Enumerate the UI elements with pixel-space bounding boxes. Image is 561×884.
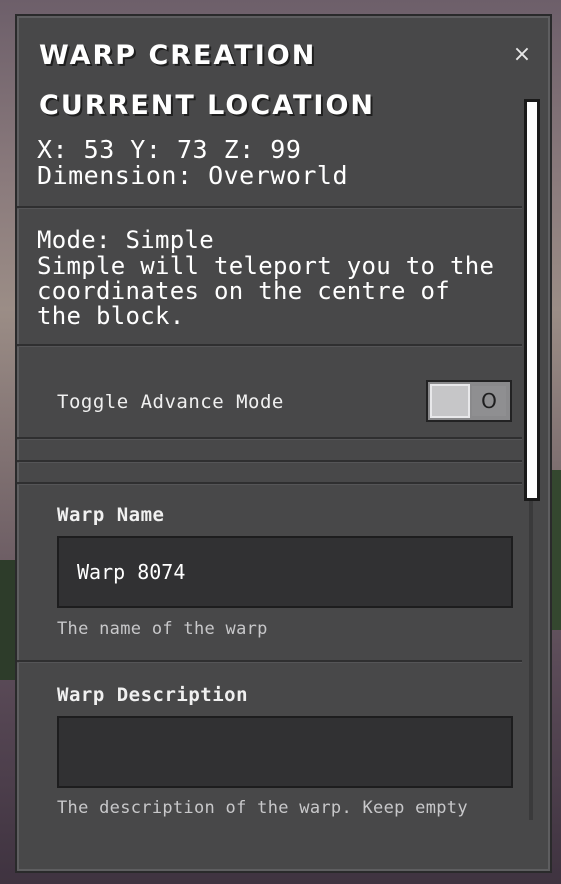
divider <box>17 437 522 440</box>
advance-mode-toggle[interactable]: O <box>426 380 512 422</box>
close-button[interactable]: × <box>510 42 534 68</box>
warp-name-label: Warp Name <box>57 504 165 526</box>
divider <box>17 482 522 485</box>
divider <box>17 660 522 663</box>
toggle-knob <box>430 384 470 418</box>
coordinates-text: X: 53 Y: 73 Z: 99 <box>37 135 302 164</box>
warp-name-help: The name of the warp <box>57 619 268 639</box>
divider <box>17 460 522 463</box>
section-heading-current-location: Current Location <box>39 90 376 121</box>
divider <box>17 344 522 347</box>
toggle-off-indicator: O <box>472 386 506 416</box>
warp-creation-dialog: Warp Creation × Current Location X: 53 Y… <box>15 14 552 873</box>
warp-description-help: The description of the warp. Keep empty <box>57 798 468 818</box>
mode-text: Mode: Simple <box>37 226 214 254</box>
form-scroll-area[interactable]: Current Location X: 53 Y: 73 Z: 99 Dimen… <box>17 86 522 856</box>
toggle-advance-mode-label: Toggle Advance Mode <box>57 391 284 413</box>
scrollbar-thumb[interactable] <box>524 99 540 501</box>
mode-description: Simple will teleport you to the coordina… <box>37 252 495 330</box>
dimension-text: Dimension: Overworld <box>37 161 349 190</box>
warp-description-label: Warp Description <box>57 684 249 706</box>
warp-name-input[interactable] <box>57 536 513 608</box>
dialog-title: Warp Creation <box>39 40 317 71</box>
warp-description-input[interactable] <box>57 716 513 788</box>
divider <box>17 206 522 209</box>
